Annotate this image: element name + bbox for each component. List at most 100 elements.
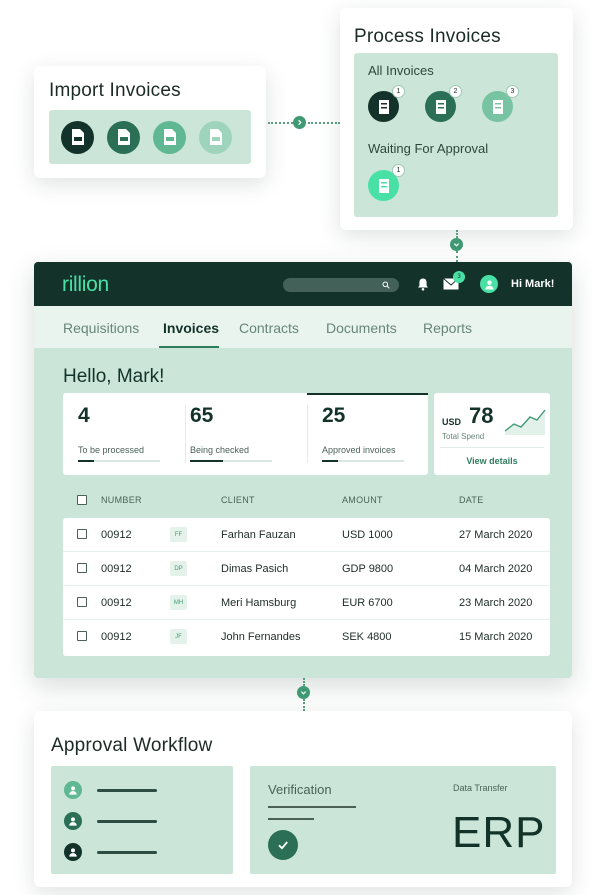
top-bar: rillion 3 Hi Mark!: [34, 262, 572, 306]
spend-value: 78: [469, 403, 494, 428]
invoice-count-badge: 2: [449, 85, 462, 98]
process-tray: All Invoices 1 2 3 Waiting For Approval …: [354, 53, 558, 217]
client-initials-badge: FF: [170, 527, 187, 542]
stat-label: To be processed: [78, 445, 145, 455]
invoice-number: 00912: [101, 563, 132, 575]
table-row[interactable]: 00912 FF Farhan Fauzan USD 1000 27 March…: [63, 518, 550, 552]
data-transfer-label: Data Transfer: [453, 783, 508, 793]
user-greeting[interactable]: Hi Mark!: [511, 278, 554, 290]
table-row[interactable]: 00912 MH Meri Hamsburg EUR 6700 23 March…: [63, 586, 550, 620]
column-header-amount[interactable]: AMOUNT: [342, 495, 383, 505]
user-icon: [64, 843, 82, 861]
pdf-file-icon[interactable]: [61, 120, 94, 154]
invoice-icon[interactable]: 1: [368, 85, 405, 122]
tab-contracts[interactable]: Contracts: [239, 320, 299, 336]
user-icon: [64, 781, 82, 799]
invoice-number: 00912: [101, 529, 132, 541]
user-icon: [64, 812, 82, 830]
verification-placeholder-line: [268, 806, 356, 808]
stat-progress-fill: [78, 460, 95, 462]
mail-count-badge: 3: [453, 271, 465, 283]
spend-trend-sparkline: [504, 409, 546, 435]
client-name: Farhan Fauzan: [221, 529, 296, 541]
row-checkbox[interactable]: [77, 597, 87, 607]
app-window: rillion 3 Hi Mark! Requisitions Invoices…: [34, 262, 572, 678]
chevron-down-icon: [450, 238, 463, 251]
connector-line: [456, 251, 458, 262]
client-name: Dimas Pasich: [221, 563, 289, 575]
verification-placeholder-line: [268, 818, 314, 820]
chevron-down-icon: [297, 686, 310, 699]
chevron-right-icon: [293, 116, 306, 129]
column-header-number[interactable]: NUMBER: [101, 495, 142, 505]
stat-progress-fill: [322, 460, 339, 462]
total-spend-panel: USD 78 Total Spend View details: [434, 393, 550, 475]
tab-invoices[interactable]: Invoices: [163, 320, 219, 336]
stat-progress-fill: [190, 460, 223, 462]
invoice-count-badge: 1: [392, 164, 405, 177]
connector-line: [268, 122, 296, 124]
import-file-tray: [49, 110, 251, 164]
stat-value: 4: [78, 404, 90, 427]
divider: [440, 447, 544, 448]
invoice-amount: SEK 4800: [342, 631, 392, 643]
verification-panel: Verification Data Transfer ERP: [250, 766, 556, 874]
column-header-client[interactable]: CLIENT: [221, 495, 255, 505]
table-header: NUMBER CLIENT AMOUNT DATE: [63, 493, 550, 509]
invoice-icon[interactable]: 1: [368, 164, 405, 201]
approval-workflow-card: Approval Workflow Verification Data Tran…: [34, 711, 572, 887]
row-checkbox[interactable]: [77, 563, 87, 573]
table-row[interactable]: 00912 DP Dimas Pasich GDP 9800 04 March …: [63, 552, 550, 586]
row-checkbox[interactable]: [77, 631, 87, 641]
column-header-date[interactable]: DATE: [459, 495, 484, 505]
doc-file-icon[interactable]: [199, 120, 232, 154]
stat-being-checked[interactable]: 65 Being checked: [185, 393, 307, 475]
stat-progress-bar: [322, 460, 404, 462]
tab-reports[interactable]: Reports: [423, 320, 472, 336]
select-all-checkbox[interactable]: [77, 495, 87, 505]
stat-approved-invoices[interactable]: 25 Approved invoices: [307, 393, 428, 475]
client-initials-badge: JF: [170, 629, 187, 644]
view-details-link[interactable]: View details: [434, 456, 550, 466]
import-invoices-card: Import Invoices: [34, 66, 266, 178]
invoice-number: 00912: [101, 631, 132, 643]
waiting-for-approval-label: Waiting For Approval: [368, 141, 489, 156]
tab-requisitions[interactable]: Requisitions: [63, 320, 139, 336]
import-invoices-title: Import Invoices: [49, 80, 181, 101]
invoice-table: 00912 FF Farhan Fauzan USD 1000 27 March…: [63, 518, 550, 656]
stat-label: Being checked: [190, 445, 250, 455]
stat-progress-bar: [190, 460, 272, 462]
table-row[interactable]: 00912 JF John Fernandes SEK 4800 15 Marc…: [63, 620, 550, 654]
page-title: Hello, Mark!: [63, 366, 165, 387]
xml-file-icon[interactable]: [107, 120, 140, 154]
approver-placeholder-line: [97, 851, 157, 854]
bell-icon[interactable]: [417, 277, 429, 291]
invoice-icon[interactable]: 3: [482, 85, 519, 122]
invoice-icon[interactable]: 2: [425, 85, 462, 122]
process-invoices-title: Process Invoices: [354, 26, 501, 47]
invoice-date: 15 March 2020: [459, 631, 533, 643]
tab-documents[interactable]: Documents: [326, 320, 397, 336]
invoice-number: 00912: [101, 597, 132, 609]
approvers-list: [51, 766, 233, 874]
invoice-count-badge: 3: [506, 85, 519, 98]
csv-file-icon[interactable]: [153, 120, 186, 154]
invoice-date: 27 March 2020: [459, 529, 533, 541]
process-invoices-card: Process Invoices All Invoices 1 2 3 Wait…: [340, 8, 573, 230]
row-checkbox[interactable]: [77, 529, 87, 539]
rillion-logo[interactable]: rillion: [62, 273, 109, 297]
verification-label: Verification: [268, 782, 332, 797]
connector-line: [303, 699, 305, 711]
stat-to-be-processed[interactable]: 4 To be processed: [63, 393, 185, 475]
search-input[interactable]: [283, 278, 399, 292]
connector-line: [456, 230, 458, 238]
active-tab-indicator: [159, 346, 219, 348]
approval-workflow-title: Approval Workflow: [51, 735, 213, 756]
avatar[interactable]: [480, 275, 498, 293]
user-icon: [484, 279, 494, 290]
check-icon: [268, 830, 298, 860]
stat-label: Approved invoices: [322, 445, 396, 455]
stat-value: 25: [322, 404, 346, 427]
invoice-count-badge: 1: [392, 85, 405, 98]
client-name: John Fernandes: [221, 631, 301, 643]
